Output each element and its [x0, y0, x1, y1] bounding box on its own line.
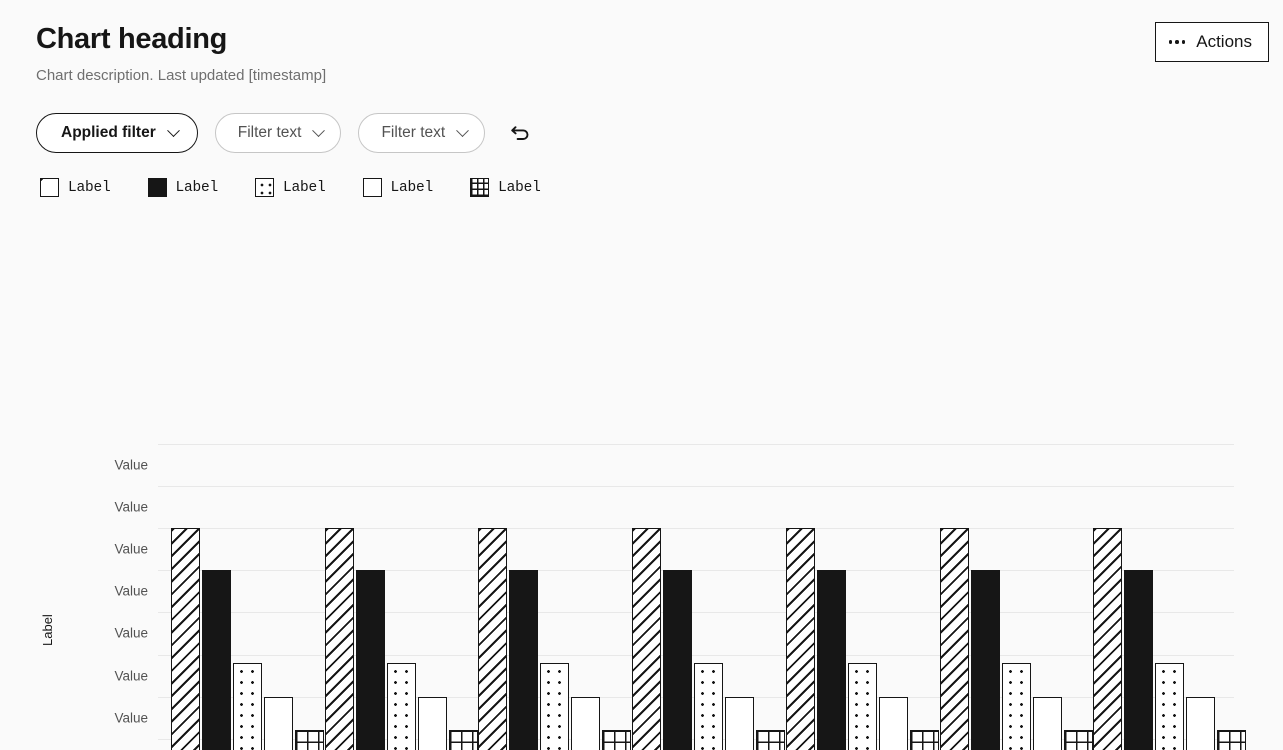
- actions-button-label: Actions: [1196, 32, 1252, 51]
- y-axis-tick-label: Value: [114, 710, 148, 726]
- bar[interactable]: [478, 528, 508, 750]
- y-axis-title: Label: [40, 614, 55, 646]
- bar[interactable]: [324, 528, 354, 750]
- legend-item-label: Label: [68, 179, 111, 196]
- bar[interactable]: [1093, 528, 1123, 750]
- filter-pill-applied-filter[interactable]: Applied filter: [36, 113, 198, 153]
- legend-swatch-grid-icon: [470, 178, 490, 197]
- legend-swatch-diagonal-hatch-icon: [40, 178, 59, 197]
- bar-group-fri: [939, 444, 1093, 750]
- chevron-down-icon: [166, 123, 180, 137]
- bar[interactable]: [694, 662, 724, 750]
- y-axis-tick-label: Value: [114, 457, 148, 473]
- legend-item-2[interactable]: Label: [255, 178, 326, 197]
- y-axis-tick-label: Value: [114, 499, 148, 515]
- filter-bar: Applied filter Filter text Filter text: [36, 113, 536, 153]
- page-header: Chart heading Chart description. Last up…: [36, 20, 326, 86]
- bar[interactable]: [663, 570, 693, 750]
- bar[interactable]: [1124, 570, 1154, 750]
- actions-button[interactable]: Actions: [1154, 22, 1269, 62]
- bar[interactable]: [909, 730, 939, 750]
- chart-page: Chart heading Chart description. Last up…: [0, 0, 1283, 750]
- bar[interactable]: [785, 528, 815, 750]
- filter-pill-label: Applied filter: [61, 124, 156, 141]
- bar-group-tue: [478, 444, 632, 750]
- chart-legend: Label Label Label Label Label: [40, 178, 541, 197]
- bar[interactable]: [816, 570, 846, 750]
- page-description: Chart description. Last updated [timesta…: [36, 67, 327, 84]
- bar[interactable]: [756, 730, 786, 750]
- bar[interactable]: [602, 730, 632, 750]
- bar[interactable]: [970, 570, 1000, 750]
- bar-group-mon: [324, 444, 478, 750]
- filter-pill-label: Filter text: [237, 124, 302, 141]
- chevron-down-icon: [312, 123, 326, 137]
- legend-item-label: Label: [175, 179, 219, 196]
- bar[interactable]: [355, 570, 385, 750]
- legend-item-0[interactable]: Label: [40, 178, 111, 197]
- bar[interactable]: [386, 662, 416, 750]
- bar[interactable]: [417, 696, 447, 750]
- bar[interactable]: [725, 696, 755, 750]
- legend-item-3[interactable]: Label: [362, 178, 434, 197]
- bar[interactable]: [295, 730, 324, 750]
- bar[interactable]: [202, 570, 231, 750]
- legend-item-4[interactable]: Label: [470, 178, 541, 197]
- reset-filters-button[interactable]: [506, 118, 536, 148]
- bar-group-wed: [632, 444, 786, 750]
- bar[interactable]: [233, 662, 262, 750]
- bar[interactable]: [571, 696, 601, 750]
- y-axis-tick-label: Value: [114, 541, 148, 557]
- y-axis-tick-label: Value: [114, 625, 148, 641]
- filter-pill-filter-text-1[interactable]: Filter text: [214, 113, 342, 153]
- y-axis-tick-label: Value: [114, 668, 148, 683]
- legend-swatch-dots-icon: [255, 178, 275, 197]
- bar[interactable]: [1155, 662, 1185, 750]
- legend-item-label: Label: [390, 179, 434, 196]
- reset-undo-icon: [511, 126, 529, 140]
- filter-pill-label: Filter text: [381, 124, 446, 141]
- bar[interactable]: [171, 528, 200, 750]
- legend-swatch-blank-icon: [362, 178, 382, 197]
- page-title: Chart heading: [36, 23, 228, 55]
- chart-area: Label Value Value Value Value Value Value Valu…: [0, 222, 1283, 750]
- bar[interactable]: [847, 662, 877, 750]
- bar[interactable]: [1063, 730, 1093, 750]
- bar[interactable]: [1001, 662, 1031, 750]
- legend-item-label: Label: [498, 179, 541, 196]
- bar[interactable]: [1186, 696, 1216, 750]
- bar[interactable]: [448, 730, 478, 750]
- bar[interactable]: [1032, 696, 1062, 750]
- legend-item-1[interactable]: Label: [147, 178, 219, 197]
- bar[interactable]: [509, 570, 539, 750]
- filter-pill-filter-text-2[interactable]: Filter text: [358, 113, 486, 153]
- overflow-menu-horizontal-icon: [1168, 40, 1186, 44]
- y-axis-tick-labels: ValueValueValueValueValueValueValueValue…: [84, 444, 148, 750]
- bar[interactable]: [1217, 730, 1247, 750]
- y-axis-tick-label: Value: [114, 583, 148, 599]
- legend-swatch-solid-fill-icon: [147, 178, 167, 197]
- bar[interactable]: [632, 528, 662, 750]
- legend-item-label: Label: [283, 179, 326, 196]
- bar[interactable]: [264, 696, 293, 750]
- bar[interactable]: [878, 696, 908, 750]
- bar[interactable]: [939, 528, 969, 750]
- bar-series-container: [158, 444, 1247, 750]
- bar-group-sun: [171, 444, 324, 750]
- chevron-down-icon: [456, 123, 470, 137]
- bar[interactable]: [540, 662, 570, 750]
- plot-area: SunMonTueWedThuFriSat Week: [158, 444, 1247, 750]
- bar-group-sat: [1093, 444, 1247, 750]
- bar-group-thu: [785, 444, 939, 750]
